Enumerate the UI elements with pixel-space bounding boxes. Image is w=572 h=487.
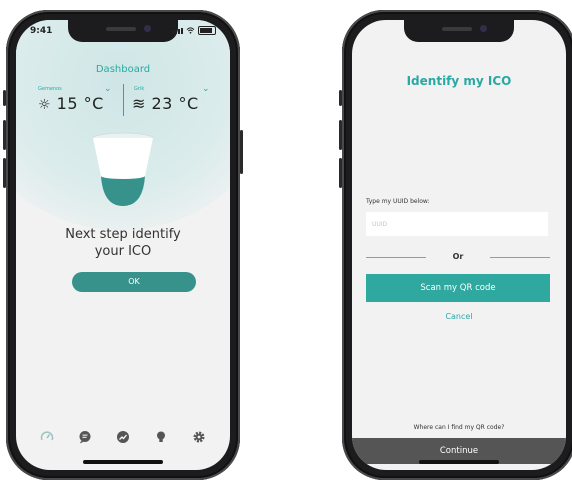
uuid-input[interactable] [366, 212, 548, 236]
temperature-2: 23 °C [151, 94, 199, 113]
phone-identify: Identify my ICO Type my UUID below: Or S… [339, 10, 572, 480]
ok-button[interactable]: OK [72, 272, 196, 292]
status-icons [172, 26, 216, 35]
qr-help-link[interactable]: Where can I find my QR code? [352, 424, 566, 431]
tab-bar [16, 422, 230, 452]
volume-up-button [3, 120, 6, 150]
divider [123, 84, 124, 116]
tab-dashboard[interactable] [39, 429, 55, 445]
phone-dashboard: 9:41 Dashboard Gemenos ⌄ ☼ 15 °C Grik ⌄ … [3, 10, 243, 480]
home-indicator [419, 460, 499, 464]
temperature-1: 15 °C [56, 94, 104, 113]
tab-stats[interactable] [115, 429, 131, 445]
gauge-icon [40, 431, 54, 441]
power-button [240, 130, 243, 174]
lightbulb-icon [157, 431, 165, 442]
divider [490, 257, 550, 258]
identify-screen: Identify my ICO Type my UUID below: Or S… [352, 20, 566, 470]
or-separator: Or [366, 252, 550, 262]
dashboard-screen: 9:41 Dashboard Gemenos ⌄ ☼ 15 °C Grik ⌄ … [16, 20, 230, 470]
ico-device-icon [92, 132, 154, 206]
status-bar: 9:41 [30, 26, 216, 40]
location-name-2: Grik [134, 86, 145, 92]
volume-down-button [339, 158, 342, 188]
tab-tips[interactable] [153, 429, 169, 445]
next-step-message: Next step identify your ICO [65, 227, 181, 259]
status-time: 9:41 [30, 26, 53, 36]
weather-1: ☼ 15 °C [38, 94, 104, 113]
home-indicator [83, 460, 163, 464]
mute-switch [3, 90, 6, 106]
waves-icon: ≋ [132, 94, 146, 113]
cancel-link[interactable]: Cancel [352, 312, 566, 321]
volume-up-button [339, 120, 342, 150]
gear-icon [193, 431, 205, 443]
page-title: Dashboard [95, 64, 151, 75]
wifi-icon [186, 27, 195, 34]
volume-down-button [3, 158, 6, 188]
battery-icon [198, 26, 216, 35]
signal-icon [172, 27, 183, 34]
tab-chat[interactable] [77, 429, 93, 445]
chat-bubble-icon [79, 431, 91, 444]
location-name-1: Gemenos [38, 86, 62, 92]
tab-settings[interactable] [191, 429, 207, 445]
page-title: Identify my ICO [406, 74, 512, 88]
chevron-down-icon[interactable]: ⌄ [104, 84, 112, 94]
uuid-label: Type my UUID below: [366, 198, 430, 205]
chevron-down-icon[interactable]: ⌄ [202, 84, 210, 94]
sun-icon: ☼ [38, 97, 52, 113]
mute-switch [339, 90, 342, 106]
notch [404, 20, 514, 42]
weather-2: ≋ 23 °C [132, 94, 199, 113]
scan-qr-button[interactable]: Scan my QR code [366, 274, 550, 302]
trend-icon [117, 431, 129, 443]
